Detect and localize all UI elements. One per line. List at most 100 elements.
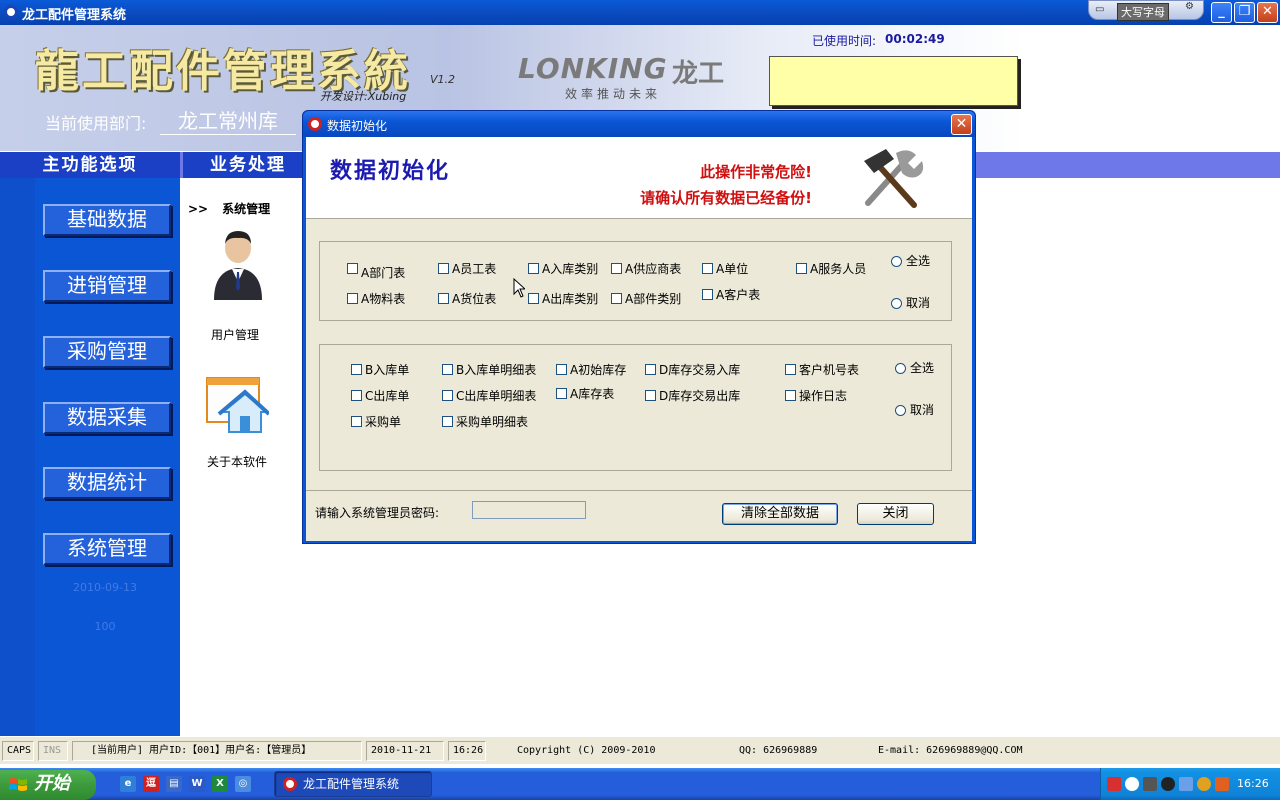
start-button[interactable]: 开始 — [0, 770, 96, 800]
checkbox-box[interactable] — [438, 263, 449, 274]
excel-icon[interactable]: X — [212, 776, 228, 792]
tab-main-functions[interactable]: 主功能选项 — [0, 152, 180, 178]
tray-network-icon[interactable] — [1179, 777, 1193, 791]
checkbox-a-customer[interactable]: A客户表 — [702, 286, 760, 303]
dialog-body: 数据初始化 此操作非常危险! 请确认所有数据已经备份! A部门表 A员工表 A入… — [306, 137, 972, 541]
checkbox-purchase[interactable]: 采购单 — [351, 413, 401, 430]
checkbox-label: A服务人员 — [810, 262, 867, 276]
checkbox-box[interactable] — [785, 364, 796, 375]
radio-cancel-2[interactable]: 取消 — [895, 401, 934, 418]
checkbox-a-out-category[interactable]: A出库类别 — [528, 290, 598, 307]
password-input[interactable] — [472, 501, 586, 519]
checkbox-a-unit[interactable]: A单位 — [702, 260, 748, 277]
checkbox-box[interactable] — [438, 293, 449, 304]
checkbox-purchase-detail[interactable]: 采购单明细表 — [442, 413, 528, 430]
checkbox-a-supplier[interactable]: A供应商表 — [611, 260, 681, 277]
radio-select-all-1[interactable]: 全选 — [891, 252, 930, 269]
checkbox-label: A库存表 — [570, 387, 615, 401]
dialog-close-button[interactable]: ✕ — [951, 114, 972, 135]
sidebar-item-data-collect[interactable]: 数据采集 — [43, 402, 171, 434]
checkbox-box[interactable] — [645, 390, 656, 401]
checkbox-box[interactable] — [611, 263, 622, 274]
checkbox-box[interactable] — [785, 390, 796, 401]
checkbox-box[interactable] — [611, 293, 622, 304]
tray-camera-icon[interactable] — [1143, 777, 1157, 791]
checkbox-d-stock-in[interactable]: D库存交易入库 — [645, 361, 740, 378]
checkbox-a-dept[interactable]: A部门表 — [347, 260, 405, 280]
tray-ime-icon[interactable] — [1215, 777, 1229, 791]
radio-circle[interactable] — [895, 405, 906, 416]
radio-circle[interactable] — [891, 256, 902, 267]
radio-select-all-2[interactable]: 全选 — [895, 359, 934, 376]
checkbox-d-stock-out[interactable]: D库存交易出库 — [645, 387, 740, 404]
checkbox-a-service[interactable]: A服务人员 — [796, 260, 866, 277]
checkbox-customer-machine[interactable]: 客户机号表 — [785, 361, 859, 378]
checkbox-box[interactable] — [556, 364, 567, 375]
checkbox-box[interactable] — [528, 263, 539, 274]
checkbox-box[interactable] — [442, 416, 453, 427]
checkbox-operation-log[interactable]: 操作日志 — [785, 387, 847, 404]
taskbar-item-app[interactable]: 龙工配件管理系统 — [274, 771, 432, 797]
tab-business[interactable]: 业务处理 — [183, 152, 313, 178]
sidebar-item-purchase[interactable]: 采购管理 — [43, 336, 171, 368]
clear-all-data-button[interactable]: 清除全部数据 — [722, 503, 838, 525]
checkbox-b-instock[interactable]: B入库单 — [351, 361, 409, 378]
sidebar-item-statistics[interactable]: 数据统计 — [43, 467, 171, 499]
checkbox-box[interactable] — [796, 263, 807, 274]
about-label[interactable]: 关于本软件 — [207, 453, 267, 470]
checkbox-box[interactable] — [556, 388, 567, 399]
user-avatar-icon[interactable] — [210, 228, 266, 300]
checkbox-label: A出库类别 — [542, 292, 599, 306]
checkbox-box[interactable] — [347, 263, 358, 274]
sidebar-item-basic-data[interactable]: 基础数据 — [43, 204, 171, 236]
radio-circle[interactable] — [895, 363, 906, 374]
tray-arrow-icon[interactable] — [1125, 777, 1139, 791]
browser-icon[interactable]: ◎ — [235, 776, 251, 792]
checkbox-box[interactable] — [351, 390, 362, 401]
user-mgmt-label[interactable]: 用户管理 — [211, 326, 259, 343]
about-house-icon[interactable] — [205, 376, 269, 436]
checkbox-a-location[interactable]: A货位表 — [438, 290, 496, 307]
checkbox-box[interactable] — [351, 364, 362, 375]
checkbox-b-instock-detail[interactable]: B入库单明细表 — [442, 361, 536, 378]
checkbox-box[interactable] — [702, 263, 713, 274]
word-icon[interactable]: W — [189, 776, 205, 792]
dialog-close-text-button[interactable]: 关闭 — [857, 503, 934, 525]
tray-app-icon[interactable] — [1107, 777, 1121, 791]
checkbox-box[interactable] — [347, 293, 358, 304]
minimize-button[interactable]: _ — [1211, 2, 1232, 23]
checkbox-box[interactable] — [702, 289, 713, 300]
tray-qq-icon[interactable] — [1161, 777, 1175, 791]
restore-button[interactable]: ❐ — [1234, 2, 1255, 23]
tray-volume-icon[interactable] — [1197, 777, 1211, 791]
app-red-icon[interactable]: 逗 — [143, 776, 159, 792]
checkbox-box[interactable] — [528, 293, 539, 304]
status-ins: INS — [38, 741, 68, 761]
ie-icon[interactable]: e — [120, 776, 136, 792]
checkbox-a-init-stock[interactable]: A初始库存 — [556, 361, 626, 378]
checkbox-a-material[interactable]: A物料表 — [347, 290, 405, 307]
breadcrumb-arrow: >> — [188, 202, 209, 216]
checkbox-a-stock[interactable]: A库存表 — [556, 385, 614, 402]
checkbox-box[interactable] — [442, 364, 453, 375]
checkbox-c-outstock-detail[interactable]: C出库单明细表 — [442, 387, 536, 404]
checkbox-a-part-category[interactable]: A部件类别 — [611, 290, 681, 307]
sidebar-item-sales[interactable]: 进销管理 — [43, 270, 171, 302]
start-label: 开始 — [34, 773, 70, 794]
checkbox-c-outstock[interactable]: C出库单 — [351, 387, 409, 404]
sidebar-item-system[interactable]: 系统管理 — [43, 533, 171, 565]
checkbox-box[interactable] — [442, 390, 453, 401]
checkbox-box[interactable] — [351, 416, 362, 427]
dialog-titlebar: 数据初始化 ✕ — [303, 111, 975, 137]
checkbox-a-in-category[interactable]: A入库类别 — [528, 260, 598, 277]
close-button[interactable]: ✕ — [1257, 2, 1278, 23]
radio-cancel-1[interactable]: 取消 — [891, 294, 930, 311]
checkbox-box[interactable] — [645, 364, 656, 375]
checkbox-a-employee[interactable]: A员工表 — [438, 260, 496, 277]
checkbox-label: 操作日志 — [799, 389, 848, 403]
status-email: E-mail: 626969889@QQ.COM — [878, 745, 1023, 756]
radio-circle[interactable] — [891, 298, 902, 309]
dialog-header: 数据初始化 此操作非常危险! 请确认所有数据已经备份! — [306, 137, 972, 219]
checkbox-label: A初始库存 — [570, 363, 627, 377]
document-icon[interactable]: ▤ — [166, 776, 182, 792]
